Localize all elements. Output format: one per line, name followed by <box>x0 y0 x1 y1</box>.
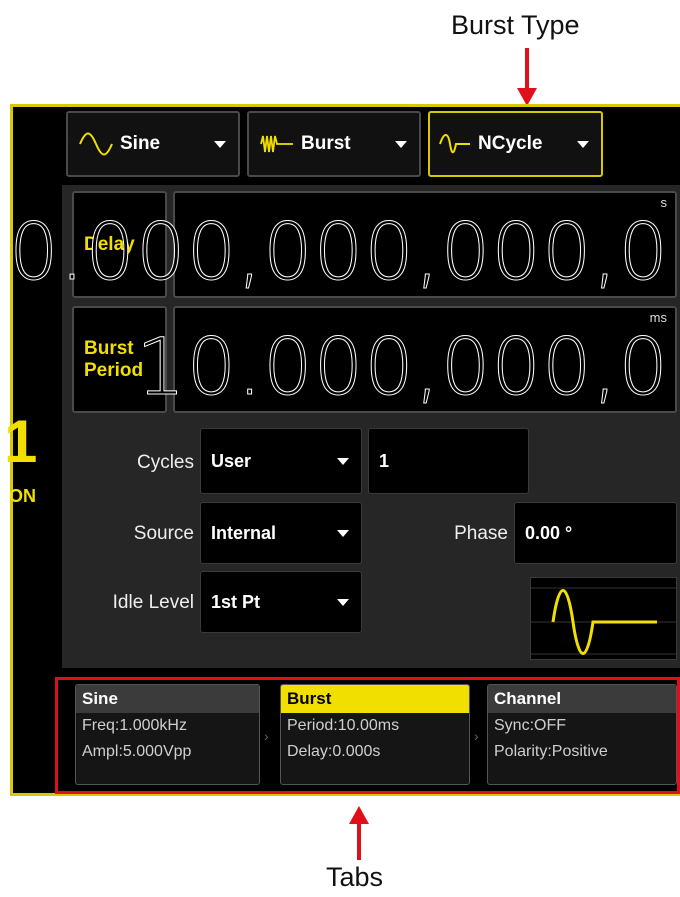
tab-burst-title: Burst <box>281 685 469 713</box>
callout-burst-type: Burst Type <box>451 10 580 40</box>
callout-arrow-burst-type <box>525 48 529 90</box>
burst-period-value-field[interactable]: ms 10.000,000,0 <box>135 306 677 413</box>
mode-dropdown[interactable]: Burst <box>247 111 421 177</box>
idle-level-select[interactable]: 1st Pt <box>200 571 362 633</box>
ncycle-icon <box>439 134 470 154</box>
burst-period-label-line2: Period <box>84 359 144 381</box>
tab-burst-delay: Delay:0.000s <box>287 743 381 760</box>
chevron-down-icon <box>395 141 407 148</box>
cycles-mode-value: User <box>211 450 252 471</box>
tab-channel-polarity: Polarity:Positive <box>494 743 608 760</box>
cycles-label: Cycles <box>136 452 194 473</box>
channel-state: ON <box>9 486 36 506</box>
chevron-right-icon: › <box>474 728 479 744</box>
callout-tabs: Tabs <box>326 862 384 892</box>
burst-type-dropdown[interactable]: NCycle <box>428 111 603 177</box>
tab-channel-sync: Sync:OFF <box>494 717 567 734</box>
cycles-count-input[interactable]: 1 <box>368 428 529 494</box>
tab-sine[interactable]: Sine Freq:1.000kHz Ampl:5.000Vpp <box>75 684 260 785</box>
waveform-dropdown[interactable]: Sine <box>66 111 240 177</box>
chevron-down-icon <box>214 141 226 148</box>
chevron-down-icon <box>337 458 349 465</box>
mode-label: Burst <box>301 133 351 154</box>
tab-channel[interactable]: Channel Sync:OFF Polarity:Positive <box>487 684 677 785</box>
chevron-down-icon <box>337 530 349 537</box>
tab-sine-title: Sine <box>76 685 259 713</box>
phase-input[interactable]: 0.00 ° <box>514 502 677 564</box>
phase-label: Phase <box>454 523 508 544</box>
source-label: Source <box>133 523 194 544</box>
idle-level-value: 1st Pt <box>211 591 261 612</box>
burst-period-label-line1: Burst <box>84 337 134 359</box>
sine-wave-icon <box>79 132 113 156</box>
chevron-right-icon: › <box>264 728 269 744</box>
waveform-preview <box>530 577 678 660</box>
waveform-preview-icon <box>531 587 678 655</box>
idle-level-label: Idle Level <box>112 592 194 613</box>
tab-burst[interactable]: Burst Period:10.00ms Delay:0.000s <box>280 684 470 785</box>
waveform-label: Sine <box>120 133 161 154</box>
cycles-mode-select[interactable]: User <box>200 428 362 494</box>
chevron-down-icon <box>577 141 589 148</box>
source-value: Internal <box>211 522 277 543</box>
delay-value: 0.000,000,000,0 <box>8 208 669 298</box>
source-select[interactable]: Internal <box>200 502 362 564</box>
tab-sine-freq: Freq:1.000kHz <box>82 717 187 734</box>
tab-burst-period: Period:10.00ms <box>287 717 400 734</box>
chevron-down-icon <box>337 599 349 606</box>
burst-type-label: NCycle <box>478 133 543 154</box>
callout-arrow-tabs <box>357 822 361 860</box>
tab-channel-title: Channel <box>488 685 676 713</box>
burst-period-value: 10.000,000,0 <box>135 323 669 413</box>
tab-sine-ampl: Ampl:5.000Vpp <box>82 743 192 760</box>
delay-value-field[interactable]: s 0.000,000,000,0 <box>8 191 677 298</box>
channel-number: 1 <box>4 408 38 475</box>
burst-icon <box>260 135 293 153</box>
